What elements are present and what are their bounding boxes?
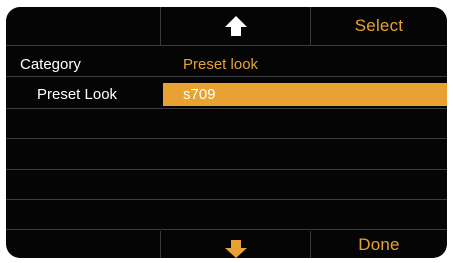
- select-button-label: Select: [354, 16, 404, 35]
- done-button[interactable]: Done: [311, 231, 447, 258]
- up-button[interactable]: [161, 7, 311, 45]
- down-arrow-icon: [224, 240, 247, 258]
- divider: [6, 45, 447, 46]
- divider: [6, 76, 447, 77]
- bottom-button-bar: Done: [6, 231, 447, 258]
- up-arrow-icon: [224, 16, 247, 36]
- top-left-empty-button: [6, 7, 161, 45]
- divider: [6, 138, 447, 139]
- done-button-label: Done: [358, 234, 400, 254]
- divider: [6, 229, 447, 230]
- select-button[interactable]: Select: [311, 7, 447, 45]
- preset-look-row[interactable]: Preset Look s709: [6, 83, 447, 106]
- category-row[interactable]: Category Preset look: [6, 53, 447, 76]
- category-value: Preset look: [183, 56, 259, 73]
- top-button-bar: Select: [6, 7, 447, 45]
- category-label: Category: [20, 56, 81, 73]
- camera-menu-screen: Select Category Preset look Preset Look …: [6, 7, 447, 258]
- bottom-left-empty-button: [6, 231, 161, 258]
- divider: [6, 108, 447, 109]
- divider: [6, 199, 447, 200]
- divider: [6, 169, 447, 170]
- down-button[interactable]: [161, 231, 311, 258]
- preset-look-value[interactable]: s709: [163, 83, 447, 106]
- preset-look-label: Preset Look: [37, 86, 118, 103]
